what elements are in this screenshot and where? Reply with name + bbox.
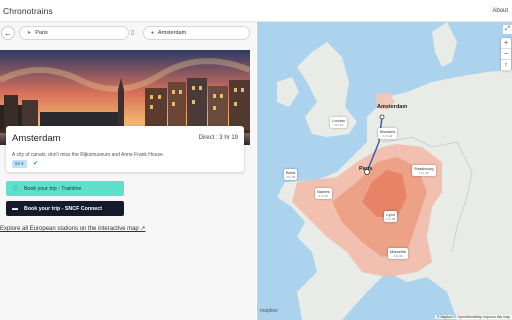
station-time: 2 hr 00 [318,194,329,198]
book-trainline-button[interactable]: ♡ Book your trip - Trainline [6,181,124,196]
pin-icon: ● [151,30,155,36]
price-badge: 86 € [12,160,27,168]
arrow-left-icon: ← [4,28,12,38]
station-time: 3 hr 14 [334,123,344,127]
book-sncf-label: Book your trip - SNCF Connect [24,205,102,212]
zoom-in-button[interactable]: + [501,38,511,49]
sncf-logo-icon: ▬ [12,205,18,212]
from-field[interactable]: ➤ Paris [19,26,129,40]
direct-duration: Direct : 3 hr 19 [198,135,238,141]
station-label-marseille[interactable]: Marseille 3 hr 06 [388,248,409,259]
about-link[interactable]: About [492,8,508,14]
station-time: 1 hr 22 [383,134,393,138]
book-trainline-label: Book your trip - Trainline [24,185,82,192]
fullscreen-button[interactable]: ⤢ [503,25,512,34]
left-panel: ← ➤ Paris ▯ ● Amsterdam Amsterdam Direct… [0,22,256,320]
to-value: Amsterdam [158,30,187,36]
map-zoom-controls: + − ↑ [501,38,511,71]
station-time: 1 hr 46 [419,171,429,175]
back-button[interactable]: ← [1,26,15,40]
location-icon: ➤ [27,30,32,36]
destination-city: Amsterdam [12,133,61,144]
search-row: ← ➤ Paris ▯ ● Amsterdam [0,25,256,43]
swap-icon[interactable]: ▯ [131,29,134,36]
isochrone-map[interactable]: Amsterdam Paris London 3 hr 14 Brussels 1 … [257,22,512,320]
destination-card: Amsterdam Direct : 3 hr 19 A city of can… [6,126,244,172]
explore-map-link[interactable]: Explore all European stations on the int… [0,225,145,232]
to-field[interactable]: ● Amsterdam [143,26,250,40]
zoom-out-button[interactable]: − [501,49,511,60]
top-bar: Chronotrains About [0,0,512,22]
book-sncf-button[interactable]: ▬ Book your trip - SNCF Connect [6,201,124,216]
station-label-london[interactable]: London 3 hr 14 [330,117,348,128]
map-attribution[interactable]: © Mapbox © OpenStreetMap Improve this ma… [434,315,512,319]
station-time: 3 hr 26 [286,175,296,179]
station-label-strasbourg[interactable]: Strasbourg 1 hr 46 [412,165,436,176]
eco-leaf-icon: ✔ [33,161,39,167]
app-title[interactable]: Chronotrains [3,6,53,16]
compass-button[interactable]: ↑ [501,60,511,71]
station-label-nantes[interactable]: Nantes 2 hr 00 [315,188,332,199]
from-value: Paris [35,30,48,36]
station-label-brussels[interactable]: Brussels 1 hr 22 [378,128,398,139]
mapbox-logo[interactable]: mapbox [260,308,278,314]
city-label-amsterdam: Amsterdam [377,104,408,110]
station-time: 1 hr 56 [386,217,396,221]
city-label-paris: Paris [359,166,373,172]
destination-description: A city of canals; don't miss the Rijksmu… [12,152,165,158]
station-label-lyon[interactable]: Lyon 1 hr 56 [384,211,398,222]
heart-icon: ♡ [12,186,18,192]
station-time: 3 hr 06 [393,254,403,258]
station-label-brest[interactable]: Brest 3 hr 26 [284,169,298,180]
